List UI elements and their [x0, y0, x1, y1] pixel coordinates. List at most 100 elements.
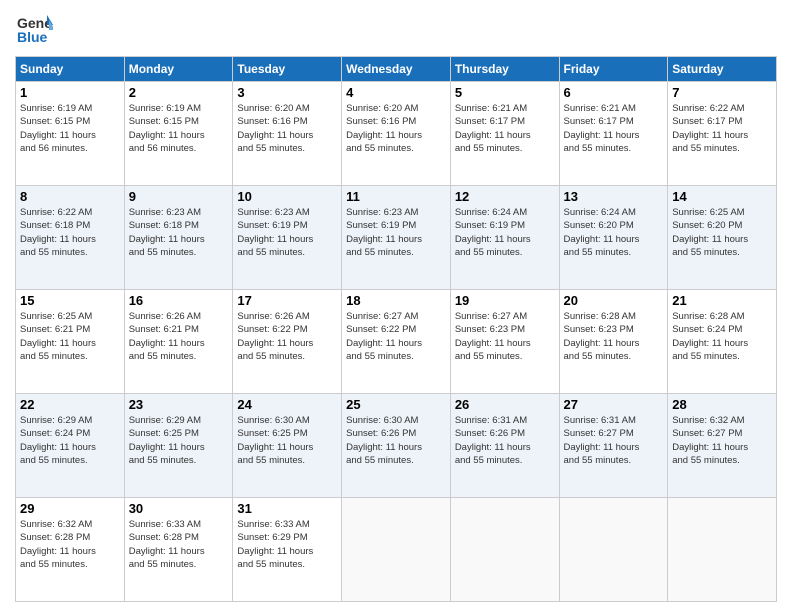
day-info: Sunrise: 6:24 AM Sunset: 6:19 PM Dayligh… — [455, 206, 555, 259]
day-number: 21 — [672, 293, 772, 308]
day-info: Sunrise: 6:27 AM Sunset: 6:23 PM Dayligh… — [455, 310, 555, 363]
calendar-cell: 17 Sunrise: 6:26 AM Sunset: 6:22 PM Dayli… — [233, 290, 342, 394]
day-info: Sunrise: 6:32 AM Sunset: 6:27 PM Dayligh… — [672, 414, 772, 467]
day-number: 28 — [672, 397, 772, 412]
day-header: Saturday — [668, 57, 777, 82]
day-number: 8 — [20, 189, 120, 204]
day-number: 1 — [20, 85, 120, 100]
calendar-cell: 24 Sunrise: 6:30 AM Sunset: 6:25 PM Dayli… — [233, 394, 342, 498]
calendar-table: SundayMondayTuesdayWednesdayThursdayFrid… — [15, 56, 777, 602]
day-info: Sunrise: 6:33 AM Sunset: 6:28 PM Dayligh… — [129, 518, 229, 571]
day-info: Sunrise: 6:30 AM Sunset: 6:25 PM Dayligh… — [237, 414, 337, 467]
day-info: Sunrise: 6:31 AM Sunset: 6:27 PM Dayligh… — [564, 414, 664, 467]
calendar-cell: 12 Sunrise: 6:24 AM Sunset: 6:19 PM Dayli… — [450, 186, 559, 290]
calendar-cell: 10 Sunrise: 6:23 AM Sunset: 6:19 PM Dayli… — [233, 186, 342, 290]
day-info: Sunrise: 6:23 AM Sunset: 6:19 PM Dayligh… — [237, 206, 337, 259]
day-info: Sunrise: 6:19 AM Sunset: 6:15 PM Dayligh… — [20, 102, 120, 155]
calendar-cell: 19 Sunrise: 6:27 AM Sunset: 6:23 PM Dayli… — [450, 290, 559, 394]
day-info: Sunrise: 6:22 AM Sunset: 6:17 PM Dayligh… — [672, 102, 772, 155]
day-header: Tuesday — [233, 57, 342, 82]
day-number: 18 — [346, 293, 446, 308]
calendar-cell: 25 Sunrise: 6:30 AM Sunset: 6:26 PM Dayli… — [342, 394, 451, 498]
day-number: 24 — [237, 397, 337, 412]
calendar-cell: 5 Sunrise: 6:21 AM Sunset: 6:17 PM Daylig… — [450, 82, 559, 186]
calendar-cell: 7 Sunrise: 6:22 AM Sunset: 6:17 PM Daylig… — [668, 82, 777, 186]
day-number: 22 — [20, 397, 120, 412]
calendar-cell: 29 Sunrise: 6:32 AM Sunset: 6:28 PM Dayli… — [16, 498, 125, 602]
calendar-cell — [342, 498, 451, 602]
calendar-cell: 18Sunrise: 6:27 AM Sunset: 6:22 PM Dayli… — [342, 290, 451, 394]
day-number: 29 — [20, 501, 120, 516]
day-number: 11 — [346, 189, 446, 204]
day-number: 10 — [237, 189, 337, 204]
day-info: Sunrise: 6:29 AM Sunset: 6:24 PM Dayligh… — [20, 414, 120, 467]
day-number: 31 — [237, 501, 337, 516]
day-info: Sunrise: 6:25 AM Sunset: 6:20 PM Dayligh… — [672, 206, 772, 259]
calendar-body: 1 Sunrise: 6:19 AM Sunset: 6:15 PM Daylig… — [16, 82, 777, 602]
calendar-cell: 11 Sunrise: 6:23 AM Sunset: 6:19 PM Dayli… — [342, 186, 451, 290]
calendar-week-row: 15Sunrise: 6:25 AM Sunset: 6:21 PM Dayli… — [16, 290, 777, 394]
day-info: Sunrise: 6:30 AM Sunset: 6:26 PM Dayligh… — [346, 414, 446, 467]
page: General Blue SundayMondayTuesdayWednesda… — [0, 0, 792, 612]
day-number: 14 — [672, 189, 772, 204]
header: General Blue — [15, 10, 777, 48]
day-number: 7 — [672, 85, 772, 100]
day-info: Sunrise: 6:20 AM Sunset: 6:16 PM Dayligh… — [237, 102, 337, 155]
day-number: 27 — [564, 397, 664, 412]
day-number: 20 — [564, 293, 664, 308]
calendar-cell: 15Sunrise: 6:25 AM Sunset: 6:21 PM Dayli… — [16, 290, 125, 394]
day-header: Sunday — [16, 57, 125, 82]
day-header: Friday — [559, 57, 668, 82]
calendar-cell — [559, 498, 668, 602]
day-info: Sunrise: 6:21 AM Sunset: 6:17 PM Dayligh… — [455, 102, 555, 155]
svg-text:Blue: Blue — [17, 29, 48, 45]
day-number: 3 — [237, 85, 337, 100]
calendar-header-row: SundayMondayTuesdayWednesdayThursdayFrid… — [16, 57, 777, 82]
day-info: Sunrise: 6:23 AM Sunset: 6:18 PM Dayligh… — [129, 206, 229, 259]
day-number: 23 — [129, 397, 229, 412]
calendar-cell — [450, 498, 559, 602]
day-number: 6 — [564, 85, 664, 100]
day-info: Sunrise: 6:32 AM Sunset: 6:28 PM Dayligh… — [20, 518, 120, 571]
day-info: Sunrise: 6:25 AM Sunset: 6:21 PM Dayligh… — [20, 310, 120, 363]
day-info: Sunrise: 6:23 AM Sunset: 6:19 PM Dayligh… — [346, 206, 446, 259]
calendar-cell: 16 Sunrise: 6:26 AM Sunset: 6:21 PM Dayli… — [124, 290, 233, 394]
day-info: Sunrise: 6:22 AM Sunset: 6:18 PM Dayligh… — [20, 206, 120, 259]
calendar-cell: 6 Sunrise: 6:21 AM Sunset: 6:17 PM Daylig… — [559, 82, 668, 186]
calendar-cell: 30 Sunrise: 6:33 AM Sunset: 6:28 PM Dayli… — [124, 498, 233, 602]
calendar-cell: 3 Sunrise: 6:20 AM Sunset: 6:16 PM Daylig… — [233, 82, 342, 186]
day-info: Sunrise: 6:31 AM Sunset: 6:26 PM Dayligh… — [455, 414, 555, 467]
day-header: Thursday — [450, 57, 559, 82]
day-number: 30 — [129, 501, 229, 516]
calendar-cell: 21 Sunrise: 6:28 AM Sunset: 6:24 PM Dayli… — [668, 290, 777, 394]
calendar-cell: 2Sunrise: 6:19 AM Sunset: 6:15 PM Daylig… — [124, 82, 233, 186]
calendar-cell: 9 Sunrise: 6:23 AM Sunset: 6:18 PM Daylig… — [124, 186, 233, 290]
calendar-cell: 1 Sunrise: 6:19 AM Sunset: 6:15 PM Daylig… — [16, 82, 125, 186]
calendar-cell: 14 Sunrise: 6:25 AM Sunset: 6:20 PM Dayli… — [668, 186, 777, 290]
day-info: Sunrise: 6:28 AM Sunset: 6:24 PM Dayligh… — [672, 310, 772, 363]
day-number: 25 — [346, 397, 446, 412]
calendar-cell: 20 Sunrise: 6:28 AM Sunset: 6:23 PM Dayli… — [559, 290, 668, 394]
day-number: 5 — [455, 85, 555, 100]
calendar-cell: 28 Sunrise: 6:32 AM Sunset: 6:27 PM Dayli… — [668, 394, 777, 498]
day-info: Sunrise: 6:26 AM Sunset: 6:21 PM Dayligh… — [129, 310, 229, 363]
logo-icon: General Blue — [15, 10, 53, 48]
day-header: Wednesday — [342, 57, 451, 82]
day-number: 9 — [129, 189, 229, 204]
calendar-cell — [668, 498, 777, 602]
day-number: 16 — [129, 293, 229, 308]
day-number: 17 — [237, 293, 337, 308]
day-number: 2 — [129, 85, 229, 100]
day-info: Sunrise: 6:21 AM Sunset: 6:17 PM Dayligh… — [564, 102, 664, 155]
calendar-cell: 31Sunrise: 6:33 AM Sunset: 6:29 PM Dayli… — [233, 498, 342, 602]
calendar-cell: 4Sunrise: 6:20 AM Sunset: 6:16 PM Daylig… — [342, 82, 451, 186]
day-info: Sunrise: 6:26 AM Sunset: 6:22 PM Dayligh… — [237, 310, 337, 363]
day-info: Sunrise: 6:24 AM Sunset: 6:20 PM Dayligh… — [564, 206, 664, 259]
day-number: 12 — [455, 189, 555, 204]
calendar-week-row: 1 Sunrise: 6:19 AM Sunset: 6:15 PM Daylig… — [16, 82, 777, 186]
day-number: 19 — [455, 293, 555, 308]
calendar-cell: 13Sunrise: 6:24 AM Sunset: 6:20 PM Dayli… — [559, 186, 668, 290]
calendar-week-row: 22 Sunrise: 6:29 AM Sunset: 6:24 PM Dayli… — [16, 394, 777, 498]
calendar-week-row: 8 Sunrise: 6:22 AM Sunset: 6:18 PM Daylig… — [16, 186, 777, 290]
day-info: Sunrise: 6:28 AM Sunset: 6:23 PM Dayligh… — [564, 310, 664, 363]
